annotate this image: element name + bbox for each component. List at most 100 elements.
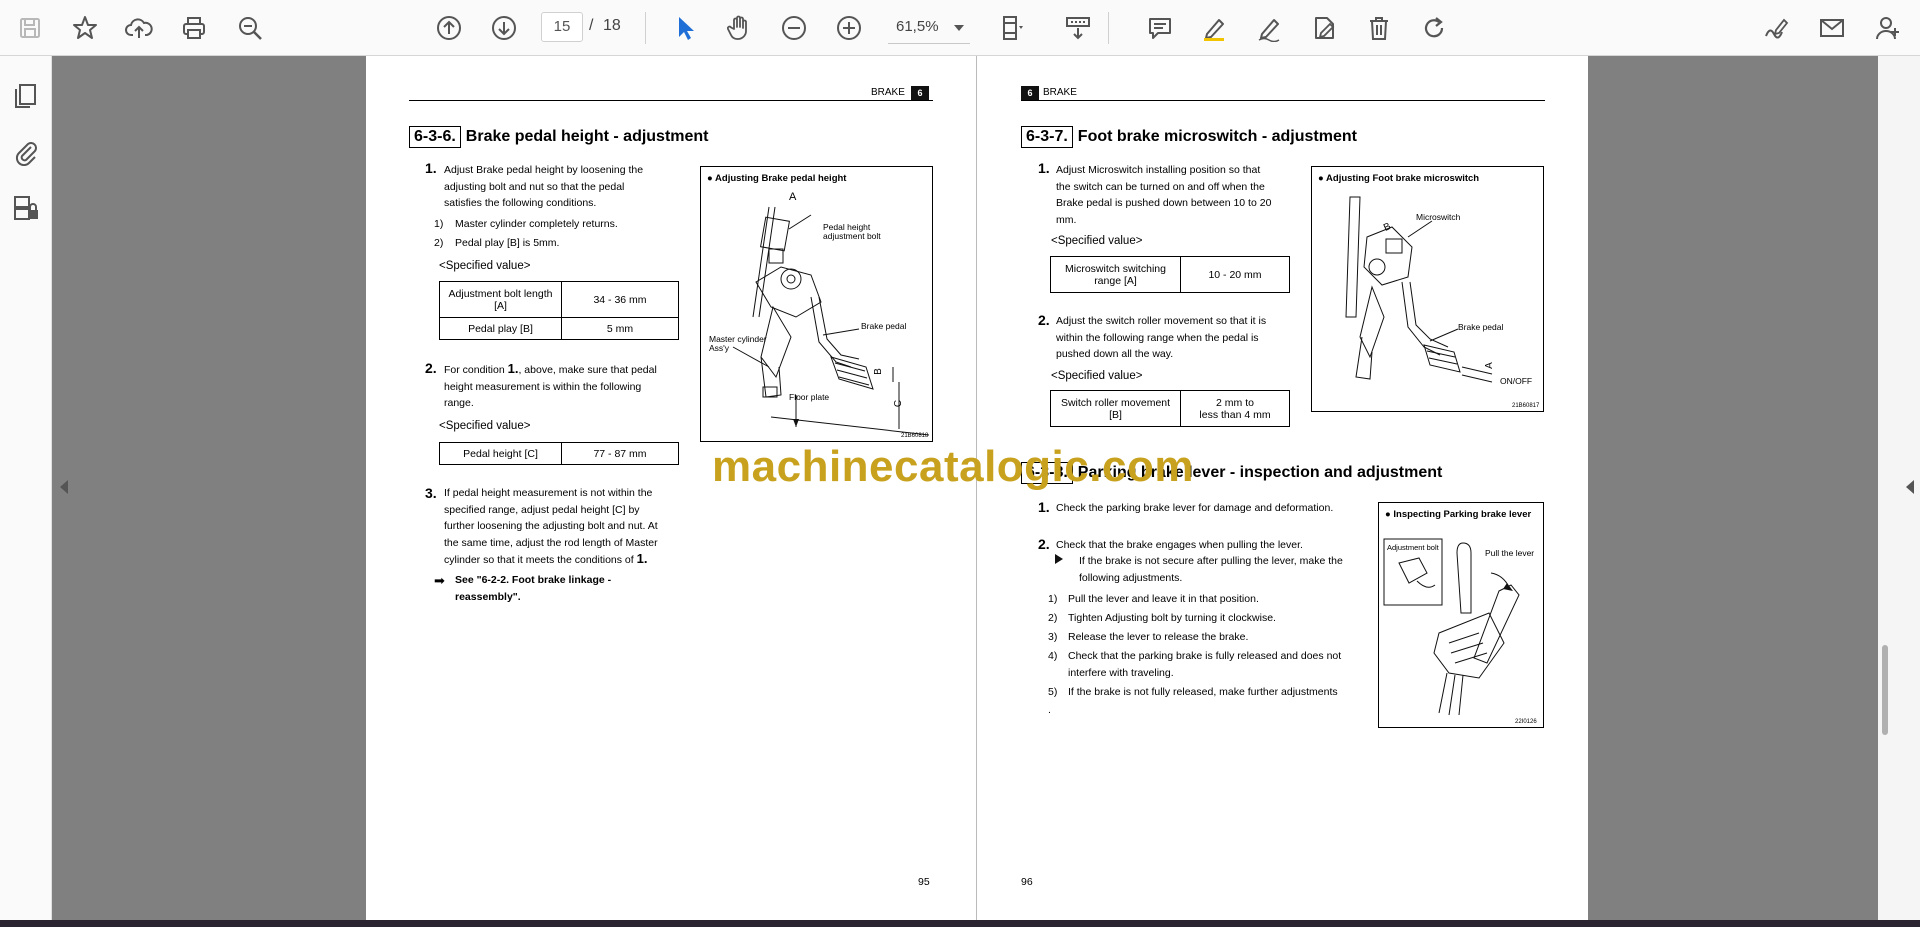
- toolbar-divider: [1108, 12, 1109, 44]
- page-separator: /: [589, 17, 594, 34]
- trailing-punctuation: .: [1048, 704, 1051, 716]
- label-adjustment-bolt: Adjustment bolt: [1387, 543, 1439, 552]
- page-fit-icon[interactable]: [993, 8, 1033, 48]
- step-number: 2.: [1038, 536, 1050, 552]
- arrow-right-icon: ➡: [434, 573, 445, 588]
- substep-text: Master cylinder completely returns.: [455, 218, 618, 230]
- bottom-edge-bar: [0, 920, 1920, 927]
- save-icon[interactable]: [10, 8, 50, 48]
- section-title: Foot brake microswitch - adjustment: [1077, 128, 1357, 145]
- label-pull-lever: Pull the lever: [1485, 548, 1535, 558]
- specified-value-label: <Specified value>: [439, 260, 531, 272]
- label-a: A: [789, 191, 797, 203]
- chapter-badge: 6: [1021, 86, 1039, 100]
- zoom-search-icon[interactable]: [230, 8, 270, 48]
- substep-text: If the brake is not fully released, make…: [1068, 686, 1338, 698]
- substep-number: 3): [1048, 631, 1058, 643]
- section-heading: 6-3-6. Brake pedal height - adjustment: [409, 126, 709, 148]
- table-cell: Switch roller movement [B]: [1050, 390, 1181, 427]
- substep-text: Pull the lever and leave it in that posi…: [1068, 593, 1259, 605]
- table-row: Switch roller movement [B] 2 mm to less t…: [1050, 390, 1290, 427]
- page-number: 96: [1021, 876, 1033, 888]
- see-reference[interactable]: See "6-2-2. Foot brake linkage - reassem…: [455, 572, 611, 605]
- table-cell: Adjustment bolt length [A]: [439, 281, 562, 318]
- label-microswitch: Microswitch: [1416, 212, 1461, 222]
- header-rule: [1021, 100, 1545, 101]
- specified-value-label: <Specified value>: [1051, 235, 1143, 247]
- page-number-input[interactable]: 15: [541, 12, 583, 42]
- label-b: B: [872, 368, 884, 375]
- spec-table: Switch roller movement [B] 2 mm to less t…: [1050, 390, 1290, 427]
- sign-edit-icon[interactable]: [1756, 8, 1796, 48]
- left-side-rail: [0, 56, 52, 927]
- layers-lock-icon[interactable]: [8, 190, 44, 226]
- scroll-mode-icon[interactable]: [1058, 8, 1098, 48]
- email-envelope-icon[interactable]: [1812, 8, 1852, 48]
- label-on-off: ON/OFF: [1500, 376, 1533, 386]
- watermark-text: machinecatalogic.com: [712, 442, 1194, 491]
- step-text: If pedal height measurement is not withi…: [444, 487, 658, 566]
- substep-number: 5): [1048, 686, 1058, 698]
- select-pointer-icon[interactable]: [665, 8, 705, 48]
- step-text: Adjust Brake pedal height by loosening t…: [444, 164, 644, 209]
- draw-pen-icon[interactable]: [1249, 8, 1289, 48]
- delete-trash-icon[interactable]: [1359, 8, 1399, 48]
- step-number: 1.: [1038, 160, 1050, 176]
- toolbar-divider: [645, 12, 646, 44]
- figure-brake-pedal-height: ● Adjusting Brake pedal height A Pedal h…: [700, 166, 933, 442]
- triangle-bullet-icon: [1055, 554, 1063, 564]
- redo-rotate-icon[interactable]: [1414, 8, 1454, 48]
- chevron-down-icon: [954, 25, 964, 31]
- step-number: 2.: [425, 360, 437, 376]
- spec-table: Pedal height [C] 77 - 87 mm: [439, 442, 679, 465]
- step-text: Adjust Microswitch installing position s…: [1056, 164, 1272, 226]
- page-number: 95: [918, 876, 930, 888]
- step-number: 1.: [1038, 499, 1050, 515]
- header-title: BRAKE: [1043, 87, 1077, 98]
- note-text: If the brake is not secure after pulling…: [1079, 555, 1343, 584]
- table-row: Adjustment bolt length [A] 34 - 36 mm: [439, 281, 679, 318]
- main-toolbar: 15 / 18 61,5%: [0, 0, 1920, 56]
- attachment-paperclip-icon[interactable]: [8, 134, 44, 170]
- figure-code: 21B60817: [1512, 403, 1540, 409]
- substep-text: Pedal play [B] is 5mm.: [455, 237, 560, 249]
- collapse-left-panel-icon[interactable]: [60, 480, 68, 494]
- section-title: Brake pedal height - adjustment: [465, 128, 709, 145]
- step-number: 3.: [425, 485, 437, 501]
- table-row: Microswitch switching range [A] 10 - 20 m…: [1050, 256, 1290, 293]
- table-cell: 10 - 20 mm: [1180, 256, 1290, 293]
- hand-pan-icon[interactable]: [719, 8, 759, 48]
- add-user-icon[interactable]: [1868, 8, 1908, 48]
- page-thumbnails-icon[interactable]: [8, 78, 44, 114]
- substep-number: 1): [1048, 593, 1058, 605]
- print-icon[interactable]: [174, 8, 214, 48]
- table-cell: Microswitch switching range [A]: [1050, 256, 1181, 293]
- zoom-in-icon[interactable]: [829, 8, 869, 48]
- zoom-out-icon[interactable]: [774, 8, 814, 48]
- previous-page-icon[interactable]: [429, 8, 469, 48]
- section-number: 6-3-6.: [409, 126, 461, 148]
- step-number: 1.: [425, 160, 437, 176]
- section-heading: 6-3-7. Foot brake microswitch - adjustmen…: [1021, 126, 1357, 148]
- step-number: 2.: [1038, 312, 1050, 328]
- vertical-scrollbar[interactable]: [1882, 645, 1888, 735]
- highlight-pen-icon[interactable]: [1194, 8, 1234, 48]
- label-floor-plate: Floor plate: [789, 392, 830, 402]
- figure-code: 21B60818: [901, 433, 929, 439]
- cloud-upload-icon[interactable]: [119, 8, 159, 48]
- star-bookmark-icon[interactable]: [65, 8, 105, 48]
- table-cell: 2 mm to less than 4 mm: [1180, 390, 1290, 427]
- next-page-icon[interactable]: [484, 8, 524, 48]
- specified-value-label: <Specified value>: [1051, 370, 1143, 382]
- comment-icon[interactable]: [1140, 8, 1180, 48]
- zoom-level-select[interactable]: 61,5%: [888, 12, 970, 44]
- substep-text: Tighten Adjusting bolt by turning it clo…: [1068, 612, 1276, 624]
- expand-right-panel-icon[interactable]: [1906, 480, 1914, 494]
- figure-foot-brake-microswitch: ● Adjusting Foot brake microswitch B Mic…: [1311, 166, 1544, 412]
- table-row: Pedal play [B] 5 mm: [439, 317, 679, 340]
- stamp-icon[interactable]: [1304, 8, 1344, 48]
- section-number: 6-3-7.: [1021, 126, 1073, 148]
- label-master-cylinder: Master cylinder Ass'y: [709, 334, 767, 353]
- label-bolt: Pedal height adjustment bolt: [823, 222, 881, 241]
- substep-text: Release the lever to release the brake.: [1068, 631, 1249, 643]
